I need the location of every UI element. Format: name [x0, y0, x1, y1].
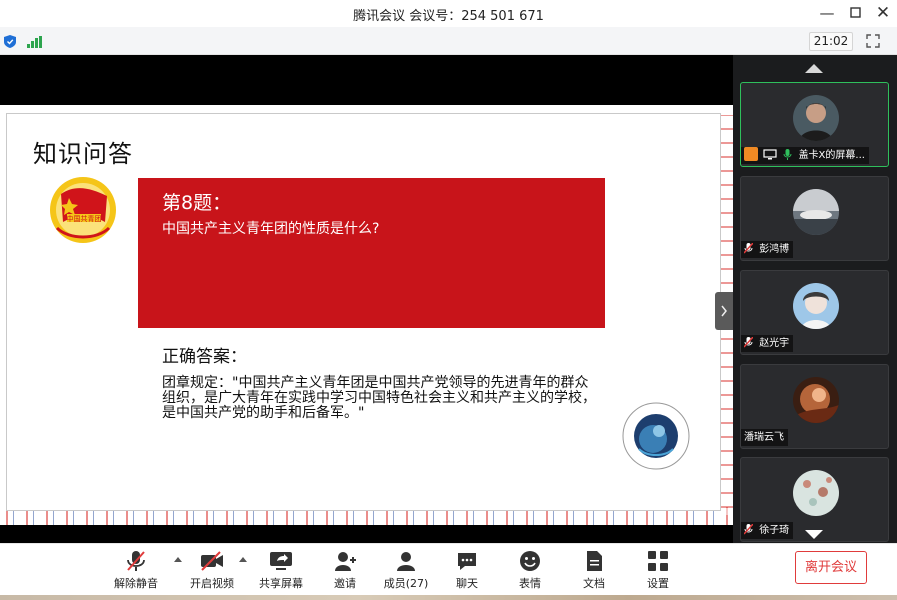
network-signal-icon[interactable] — [27, 36, 43, 48]
chat-button[interactable]: 聊天 — [452, 550, 482, 591]
svg-text:中国共青团: 中国共青团 — [67, 214, 102, 223]
school-seal-icon — [622, 402, 690, 470]
avatar — [793, 377, 839, 423]
chevron-right-icon — [721, 305, 727, 317]
window-title: 腾讯会议 会议号：254 501 671 — [353, 9, 544, 24]
participant-name: 徐子琦 — [759, 525, 790, 536]
avatar — [793, 95, 839, 141]
close-button[interactable]: ✕ — [871, 2, 895, 24]
start-video-button[interactable]: 开启视频 — [188, 550, 236, 591]
host-icon — [744, 147, 758, 161]
avatar — [793, 470, 839, 516]
mic-muted-icon — [744, 243, 753, 254]
smiley-icon — [520, 551, 540, 571]
participant-tile[interactable]: 彭鸿博 — [740, 176, 889, 261]
unmute-label: 解除静音 — [114, 577, 158, 590]
security-shield-icon[interactable] — [4, 35, 16, 48]
docs-label: 文档 — [583, 577, 605, 590]
participant-name: 潘瑞云飞 — [744, 432, 784, 443]
participant-name: 赵光宇 — [759, 338, 790, 349]
answer-title: 正确答案： — [162, 347, 247, 367]
question-number: 第8题： — [162, 192, 232, 214]
screen-share-icon — [763, 149, 777, 160]
reactions-button[interactable]: 表情 — [515, 550, 545, 591]
mic-muted-icon — [744, 524, 753, 535]
mic-muted-icon — [744, 337, 753, 348]
minimize-button[interactable]: — — [815, 2, 839, 24]
participant-name-label: 徐子琦 — [741, 522, 794, 539]
mic-on-icon — [783, 149, 792, 160]
invite-label: 邀请 — [334, 577, 356, 590]
video-options-arrow[interactable] — [239, 557, 247, 562]
participant-tile[interactable]: 盖卡X的屏幕... — [740, 82, 889, 167]
youth-league-emblem-icon: 中国共青团 — [50, 177, 116, 243]
docs-button[interactable]: 文档 — [579, 550, 609, 591]
participant-name: 彭鸿博 — [759, 244, 790, 255]
members-icon — [397, 552, 415, 571]
maximize-icon — [849, 7, 861, 18]
scroll-down-button[interactable] — [805, 530, 823, 539]
shared-screen-stage: 知识问答 中国共青团 第8题： 中国共产主义青年团的性质是什么? 正确答案： 团… — [0, 55, 733, 543]
members-button[interactable]: 成员(27) — [383, 550, 429, 591]
question-box: 第8题： 中国共产主义青年团的性质是什么? — [138, 178, 605, 328]
start-video-label: 开启视频 — [190, 577, 234, 590]
participant-name-label: 盖卡X的屏幕... — [741, 147, 869, 164]
leave-meeting-button[interactable]: 离开会议 — [795, 551, 867, 584]
participant-name-label: 潘瑞云飞 — [741, 429, 788, 446]
title-bar: 腾讯会议 会议号：254 501 671 — ✕ — [0, 0, 897, 27]
scroll-up-button[interactable] — [805, 64, 823, 73]
mic-muted-icon — [127, 551, 145, 571]
document-icon — [587, 551, 602, 571]
audio-options-arrow[interactable] — [174, 557, 182, 562]
maximize-button[interactable] — [843, 2, 867, 24]
unmute-button[interactable]: 解除静音 — [113, 550, 159, 591]
collapse-panel-button[interactable] — [715, 292, 733, 330]
participant-panel: 盖卡X的屏幕... 彭鸿博 赵光宇 潘瑞云飞 徐子琦 — [733, 55, 897, 543]
slide-title: 知识问答 — [33, 140, 133, 168]
settings-grid-icon — [648, 551, 668, 571]
settings-label: 设置 — [647, 577, 669, 590]
chat-icon — [458, 553, 476, 570]
answer-body: 团章规定："中国共产主义青年团是中国共产党领导的先进青年的群众组织，是广大青年在… — [162, 375, 596, 421]
participant-name: 盖卡X的屏幕... — [798, 150, 865, 161]
desktop-wallpaper-strip — [0, 595, 897, 600]
status-bar: 21:02 — [0, 27, 897, 55]
share-screen-icon — [270, 552, 292, 570]
avatar — [793, 283, 839, 329]
participant-tile[interactable]: 潘瑞云飞 — [740, 364, 889, 449]
share-screen-button[interactable]: 共享屏幕 — [257, 550, 305, 591]
participant-name-label: 彭鸿博 — [741, 241, 794, 258]
video-off-icon — [201, 551, 223, 571]
members-label: 成员(27) — [383, 577, 429, 590]
share-screen-label: 共享屏幕 — [259, 577, 303, 590]
invite-button[interactable]: 邀请 — [330, 550, 360, 591]
meeting-clock: 21:02 — [809, 32, 853, 51]
participant-name-label: 赵光宇 — [741, 335, 794, 352]
avatar — [793, 189, 839, 235]
presentation-slide: 知识问答 中国共青团 第8题： 中国共产主义青年团的性质是什么? 正确答案： 团… — [6, 113, 721, 511]
question-text: 中国共产主义青年团的性质是什么? — [162, 221, 380, 237]
reactions-label: 表情 — [519, 577, 541, 590]
invite-user-icon — [335, 552, 356, 571]
fullscreen-icon[interactable] — [866, 34, 880, 48]
meeting-toolbar: 解除静音 开启视频 共享屏幕 邀请 成员(27) 聊天 表情 文档 设置 离开会… — [0, 543, 897, 595]
settings-button[interactable]: 设置 — [643, 550, 673, 591]
chat-label: 聊天 — [456, 577, 478, 590]
participant-tile[interactable]: 赵光宇 — [740, 270, 889, 355]
